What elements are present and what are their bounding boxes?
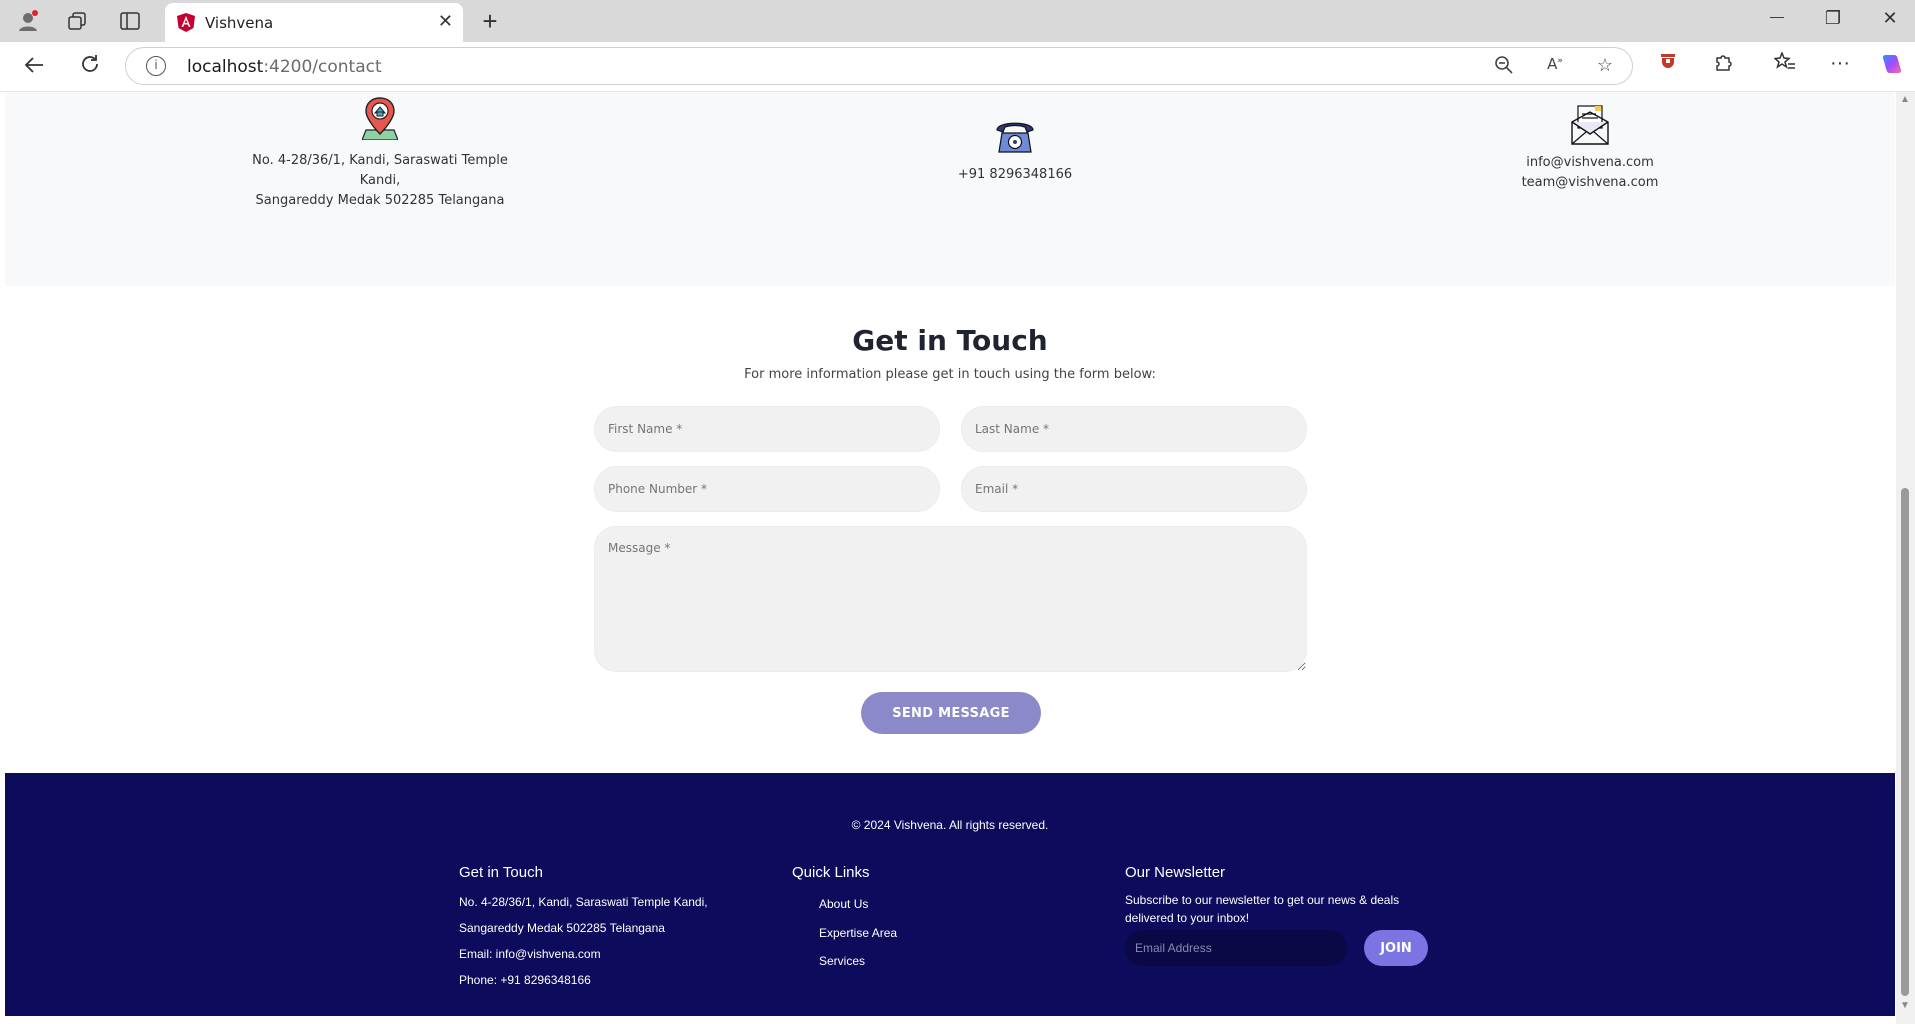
- address-bar[interactable]: i localhost:4200/contact A» ☆: [125, 47, 1633, 85]
- email-address-1[interactable]: info@vishvena.com: [1450, 153, 1730, 173]
- newsletter-email-input[interactable]: [1125, 930, 1347, 966]
- footer-link-services[interactable]: Services: [819, 954, 865, 968]
- zoom-out-icon[interactable]: [1491, 55, 1517, 79]
- favorite-star-icon[interactable]: ☆: [1592, 55, 1618, 79]
- profile-icon[interactable]: [14, 8, 42, 34]
- page-title: Get in Touch: [852, 324, 1048, 357]
- phone-number-input[interactable]: [594, 466, 940, 512]
- angular-favicon-icon: [177, 13, 195, 37]
- address-block: No. 4-28/36/1, Kandi, Saraswati Temple K…: [235, 96, 525, 211]
- last-name-input[interactable]: [961, 406, 1307, 452]
- message-textarea[interactable]: [594, 526, 1307, 672]
- footer-newsletter-heading: Our Newsletter: [1125, 864, 1226, 881]
- browser-tab-bar: Vishvena ✕ + — ❐ ✕: [0, 0, 1915, 42]
- read-aloud-icon[interactable]: A»: [1542, 55, 1568, 79]
- address-line-2: Kandi,: [359, 173, 401, 188]
- site-info-icon[interactable]: i: [146, 56, 166, 76]
- favorites-list-icon[interactable]: [1770, 50, 1800, 80]
- footer-phone: Phone: +91 8296348166: [459, 973, 591, 987]
- minimize-button[interactable]: —: [1757, 8, 1797, 34]
- more-options-icon[interactable]: ···: [1825, 52, 1855, 80]
- url-text[interactable]: localhost:4200/contact: [187, 57, 382, 77]
- scroll-up-arrow-icon[interactable]: ▲: [1900, 94, 1910, 105]
- tab-close-button[interactable]: ✕: [438, 11, 453, 32]
- footer-quick-links-heading: Quick Links: [792, 864, 870, 881]
- location-pin-icon: [235, 96, 525, 147]
- site-footer: © 2024 Vishvena. All rights reserved. Ge…: [5, 773, 1895, 1016]
- page-viewport: No. 4-28/36/1, Kandi, Saraswati Temple K…: [5, 92, 1895, 1016]
- reload-button[interactable]: [75, 54, 105, 80]
- phone-block: +91 8296348166: [875, 116, 1155, 185]
- extensions-puzzle-icon[interactable]: [1709, 52, 1739, 80]
- copyright-text: © 2024 Vishvena. All rights reserved.: [851, 818, 1049, 832]
- footer-link-expertise-area[interactable]: Expertise Area: [819, 926, 897, 940]
- scroll-thumb[interactable]: [1901, 488, 1909, 996]
- send-message-button[interactable]: SEND MESSAGE: [861, 692, 1041, 734]
- extension-shield-icon[interactable]: [1653, 52, 1683, 80]
- scroll-down-arrow-icon[interactable]: ▼: [1900, 1000, 1910, 1011]
- newsletter-text-line-2: delivered to your inbox!: [1125, 911, 1250, 925]
- new-tab-button[interactable]: +: [476, 6, 504, 36]
- first-name-input[interactable]: [594, 406, 940, 452]
- address-line-1: No. 4-28/36/1, Kandi, Saraswati Temple: [252, 153, 508, 168]
- footer-address-line-1: No. 4-28/36/1, Kandi, Saraswati Temple K…: [459, 895, 708, 909]
- footer-address-line-2: Sangareddy Medak 502285 Telangana: [459, 921, 665, 935]
- address-line-3: Sangareddy Medak 502285 Telangana: [255, 193, 505, 208]
- tab-vishvena[interactable]: Vishvena ✕: [165, 3, 463, 42]
- back-button[interactable]: [19, 54, 49, 80]
- browser-toolbar: i localhost:4200/contact A» ☆ ···: [0, 42, 1915, 92]
- copilot-icon[interactable]: [1876, 52, 1906, 80]
- restore-button[interactable]: ❐: [1813, 8, 1853, 34]
- newsletter-text-line-1: Subscribe to our newsletter to get our n…: [1125, 893, 1400, 907]
- tab-actions-icon[interactable]: [116, 8, 144, 34]
- tab-title: Vishvena: [205, 14, 274, 32]
- close-window-button[interactable]: ✕: [1870, 8, 1910, 34]
- workspaces-icon[interactable]: [63, 8, 91, 34]
- form-subtitle: For more information please get in touch…: [744, 367, 1156, 382]
- phone-number: +91 8296348166: [957, 167, 1073, 182]
- email-block: info@vishvena.com team@vishvena.com: [1450, 104, 1730, 193]
- envelope-icon: [1450, 104, 1730, 153]
- email-address-2[interactable]: team@vishvena.com: [1450, 173, 1730, 193]
- email-input[interactable]: [961, 466, 1307, 512]
- telephone-icon: [875, 116, 1155, 161]
- footer-link-about-us[interactable]: About Us: [819, 897, 868, 911]
- contact-info-section: No. 4-28/36/1, Kandi, Saraswati Temple K…: [5, 92, 1895, 286]
- footer-email[interactable]: Email: info@vishvena.com: [459, 947, 601, 961]
- page-scrollbar[interactable]: ▲ ▼: [1896, 92, 1915, 1024]
- join-button[interactable]: JOIN: [1364, 930, 1428, 966]
- footer-get-in-touch-heading: Get in Touch: [459, 864, 543, 881]
